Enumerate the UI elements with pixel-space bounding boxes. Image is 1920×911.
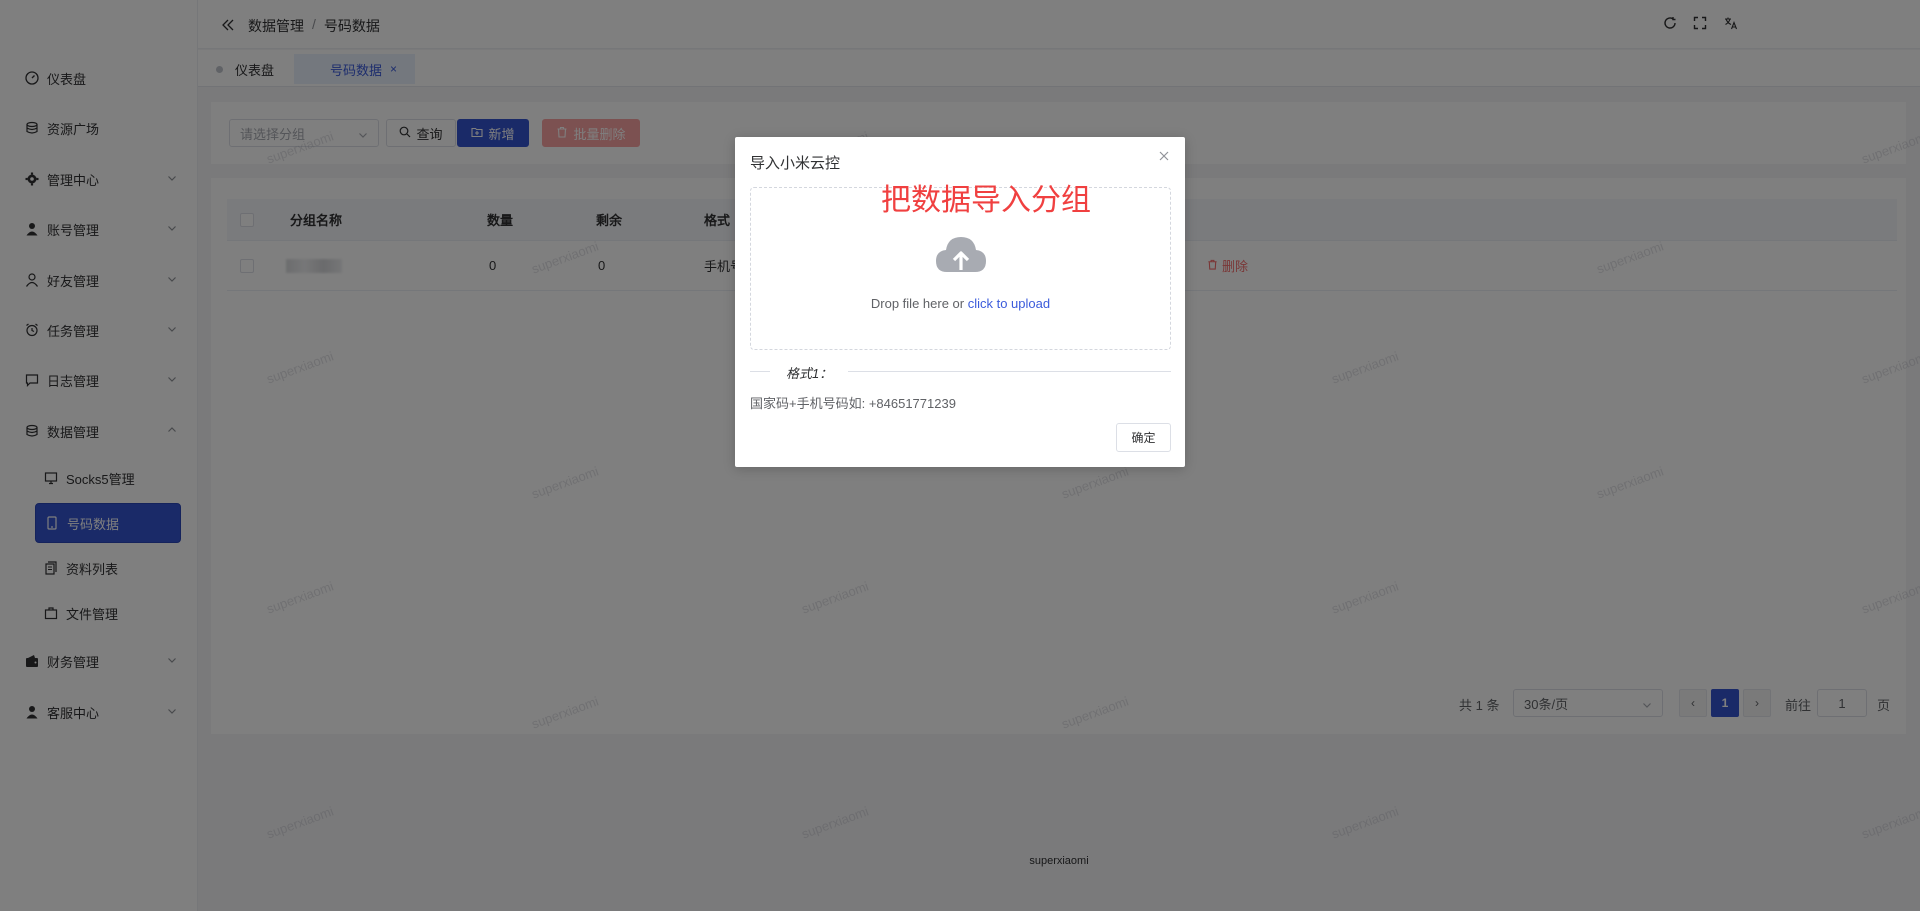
confirm-button[interactable]: 确定 xyxy=(1116,423,1171,452)
upload-cloud-icon xyxy=(933,232,989,278)
upload-dropzone[interactable]: 把数据导入分组 Drop file here or click to uploa… xyxy=(750,184,1171,350)
dialog-title: 导入小米云控 xyxy=(750,155,841,172)
drop-text: Drop file here or xyxy=(870,296,968,311)
click-to-upload-link[interactable]: click to upload xyxy=(968,296,1050,311)
format-description: 国家码+手机号码如: +84651771239 xyxy=(750,396,956,411)
format-label: 格式1： xyxy=(770,363,849,382)
annotation-text: 把数据导入分组 xyxy=(881,184,1091,217)
import-dialog: 导入小米云控 把数据导入分组 Drop file here or click t… xyxy=(735,137,1185,467)
dropzone-text: Drop file here or click to upload xyxy=(751,296,1170,311)
close-icon[interactable] xyxy=(1157,149,1171,163)
